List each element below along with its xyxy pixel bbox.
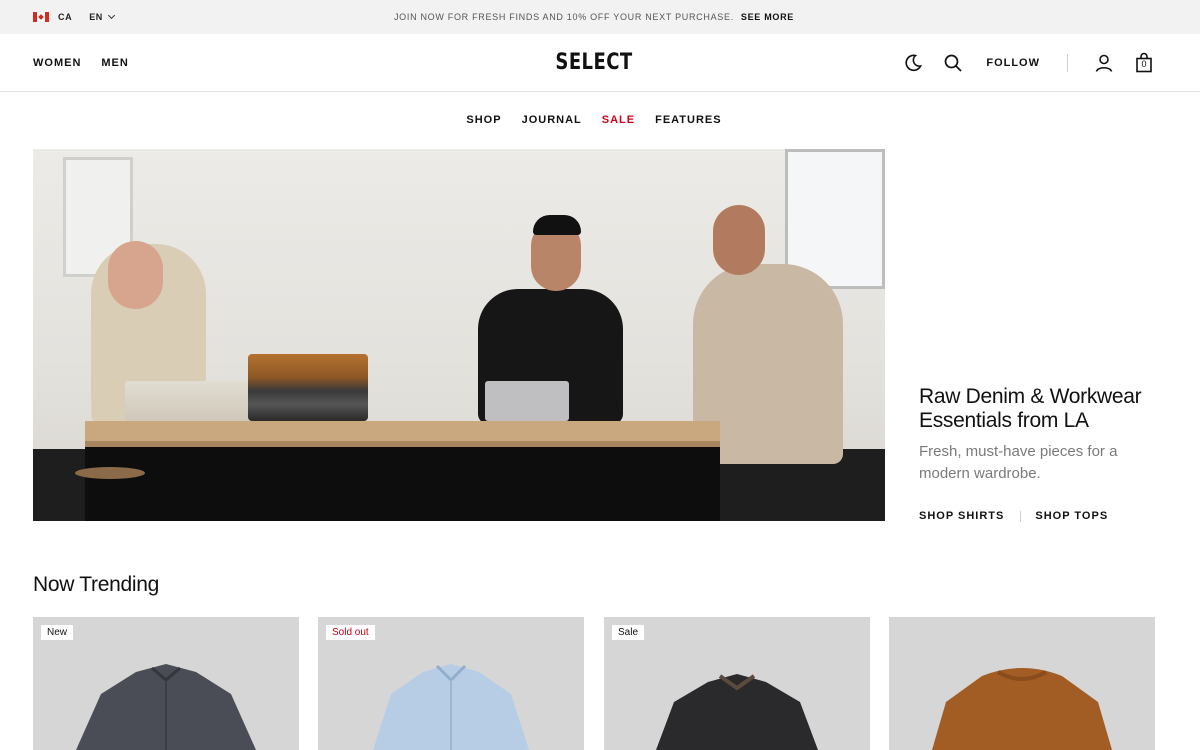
product-image[interactable] <box>642 670 832 750</box>
hero-title: Raw Denim & Workwear Essentials from LA <box>919 385 1142 432</box>
product-card[interactable]: New <box>33 617 299 750</box>
product-card[interactable]: Sold out <box>318 617 584 750</box>
hero-image[interactable] <box>33 149 885 521</box>
product-badge: Sold out <box>326 625 375 640</box>
header-actions: FOLLOW 0 <box>902 34 1155 91</box>
section-title: Now Trending <box>33 573 159 596</box>
shop-tops-link[interactable]: SHOP TOPS <box>1035 510 1108 522</box>
product-badge: New <box>41 625 74 640</box>
announcement-bar: CA EN JOIN NOW FOR FRESH FINDS AND 10% O… <box>0 0 1200 34</box>
product-image[interactable] <box>922 662 1122 750</box>
site-header: WOMEN MEN SELECT FOLLOW 0 <box>0 34 1200 92</box>
nav-features[interactable]: FEATURES <box>655 114 721 126</box>
announcement-text: JOIN NOW FOR FRESH FINDS AND 10% OFF YOU… <box>393 12 734 22</box>
product-grid: New Sold out Sale <box>33 617 1155 750</box>
divider <box>1067 53 1068 72</box>
category-nav: SHOP JOURNAL SALE FEATURES <box>0 92 1188 148</box>
user-icon[interactable] <box>1093 52 1115 74</box>
product-card[interactable]: Sale <box>604 617 870 750</box>
divider <box>1020 510 1022 522</box>
hero-subtitle: Fresh, must-have pieces for a modern war… <box>919 443 1118 482</box>
nav-shop[interactable]: SHOP <box>466 114 501 126</box>
product-image[interactable] <box>66 660 266 750</box>
nav-sale[interactable]: SALE <box>602 114 635 126</box>
follow-link[interactable]: FOLLOW <box>986 57 1040 69</box>
see-more-link[interactable]: SEE MORE <box>741 12 794 22</box>
nav-women[interactable]: WOMEN <box>33 57 81 69</box>
moon-icon[interactable] <box>902 52 924 74</box>
hero-links: SHOP SHIRTS SHOP TOPS <box>919 510 1169 522</box>
shop-shirts-link[interactable]: SHOP SHIRTS <box>919 510 1004 522</box>
product-image[interactable] <box>361 660 541 750</box>
hero-copy: Raw Denim & Workwear Essentials from LA … <box>919 385 1169 522</box>
search-icon[interactable] <box>942 52 964 74</box>
nav-journal[interactable]: JOURNAL <box>522 114 582 126</box>
announcement: JOIN NOW FOR FRESH FINDS AND 10% OFF YOU… <box>0 0 1188 34</box>
cart-count: 0 <box>1141 58 1147 69</box>
shopping-bag-icon[interactable]: 0 <box>1133 52 1155 74</box>
product-card[interactable] <box>889 617 1155 750</box>
product-badge: Sale <box>612 625 645 640</box>
